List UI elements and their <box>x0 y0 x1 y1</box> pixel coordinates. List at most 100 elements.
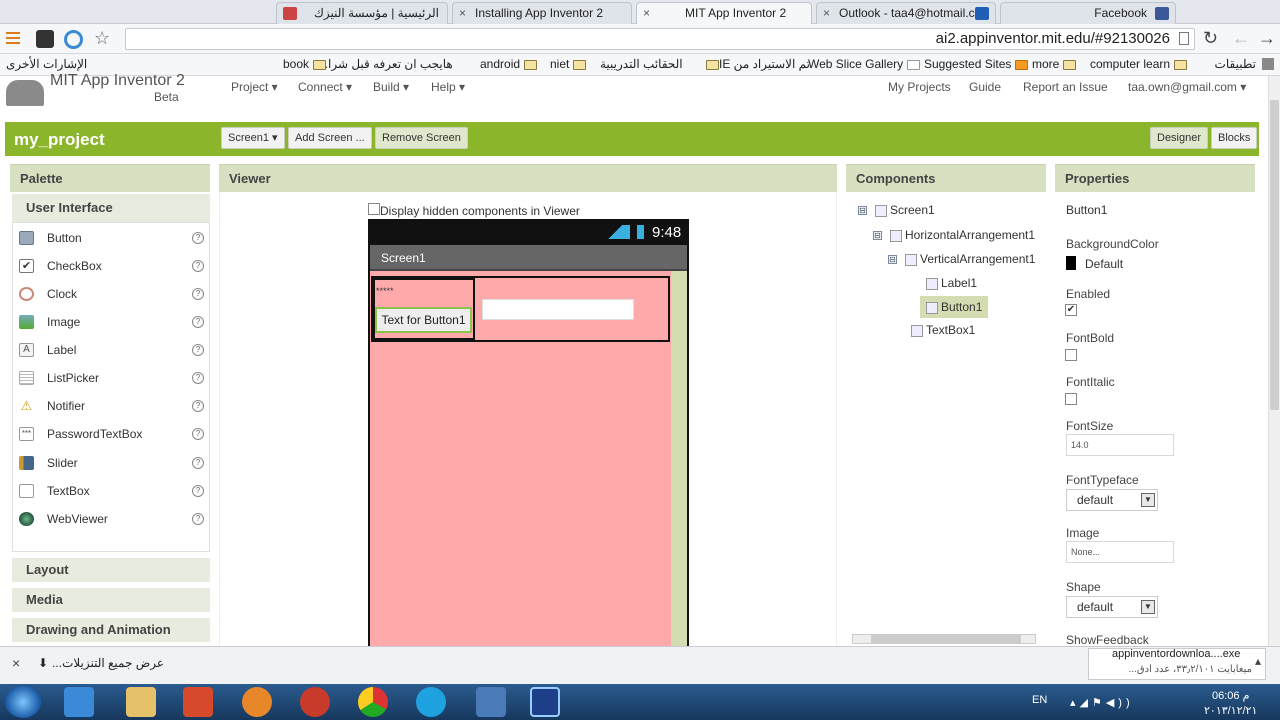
tree-screen1[interactable]: ⊟ Screen1 <box>858 203 935 217</box>
bookmark-imported[interactable]: تم الاستيراد من IE <box>702 57 810 71</box>
tab-app-inventor[interactable]: × MIT App Inventor 2 <box>636 2 812 24</box>
opera-icon[interactable] <box>300 687 330 717</box>
bookmark-suggested[interactable]: Suggested Sites <box>924 57 1029 71</box>
collapse-icon[interactable]: ⊟ <box>873 231 882 241</box>
help-icon[interactable]: ? <box>192 316 204 328</box>
close-icon[interactable]: × <box>823 3 830 23</box>
blocks-button[interactable]: Blocks <box>1211 127 1258 149</box>
palette-category-user-interface[interactable]: User Interface <box>12 194 210 222</box>
scrollbar-thumb[interactable] <box>871 635 1021 643</box>
clock-date[interactable]: ٢٠١٣/١٢/٢١ <box>1204 704 1257 717</box>
remove-screen-button[interactable]: Remove Screen <box>375 127 468 149</box>
fontsize-input[interactable]: 14.0 <box>1066 434 1174 456</box>
bookmark-webslice[interactable]: Web Slice Gallery <box>808 57 921 71</box>
menu-help[interactable]: Help ▾ <box>431 80 465 94</box>
download-menu-icon[interactable]: ▴ <box>1255 654 1261 668</box>
help-icon[interactable]: ? <box>192 457 204 469</box>
page-scrollbar[interactable] <box>1268 76 1280 646</box>
palette-item-webviewer[interactable]: WebViewer? <box>13 505 209 533</box>
palette-item-slider[interactable]: Slider? <box>13 449 209 477</box>
url-input[interactable]: ai2.appinventor.mit.edu/#92130026 <box>125 28 1195 50</box>
bookmark-book[interactable]: book <box>283 57 327 71</box>
link-my-projects[interactable]: My Projects <box>888 80 951 94</box>
tree-button1-selected[interactable]: Button1 <box>920 296 988 318</box>
screen-select[interactable]: Screen1 ▾ <box>221 127 285 149</box>
palette-item-passwordtextbox[interactable]: *** PasswordTextBox? <box>13 420 209 448</box>
help-icon[interactable]: ? <box>192 485 204 497</box>
display-hidden-checkbox[interactable] <box>368 203 380 215</box>
menu-connect[interactable]: Connect ▾ <box>298 80 352 94</box>
start-button-icon[interactable] <box>5 686 41 718</box>
help-icon[interactable]: ? <box>192 400 204 412</box>
bookmark-apps[interactable]: تطبيقات <box>1215 57 1274 71</box>
tree-horizontal-arrangement[interactable]: ⊟ HorizontalArrangement1 <box>873 228 1035 242</box>
bookmark-computer-learn[interactable]: computer learn <box>1090 57 1188 71</box>
tab-installing[interactable]: × Installing App Inventor 2 <box>452 2 632 24</box>
tab-outlook[interactable]: × Outlook - taa4@hotmail.c <box>816 2 996 24</box>
menu-build[interactable]: Build ▾ <box>373 80 409 94</box>
bookmark-bags[interactable]: الحقائب التدريبية <box>600 57 683 71</box>
collapse-icon[interactable]: ⊟ <box>888 255 897 265</box>
tray-icons[interactable]: ▴◢⚑◀)) <box>1070 696 1180 710</box>
palette-item-checkbox[interactable]: ✔ CheckBox? <box>13 252 209 280</box>
clock-time[interactable]: 06:06 م <box>1212 689 1249 702</box>
palette-item-label[interactable]: A Label? <box>13 336 209 364</box>
back-icon[interactable]: → <box>1258 28 1276 49</box>
link-guide[interactable]: Guide <box>969 80 1001 94</box>
help-icon[interactable]: ? <box>192 372 204 384</box>
fonttypeface-select[interactable]: default ▼ <box>1066 489 1158 511</box>
help-icon[interactable]: ? <box>192 232 204 244</box>
extension-icon[interactable] <box>36 30 54 48</box>
close-icon[interactable]: × <box>643 3 650 23</box>
components-hscrollbar[interactable] <box>852 634 1036 644</box>
button1-preview[interactable]: Text for Button1 <box>375 307 472 333</box>
shape-select[interactable]: default ▼ <box>1066 596 1158 618</box>
tree-label1[interactable]: Label1 <box>926 276 977 290</box>
bookmark-other[interactable]: الإشارات الأخرى <box>6 57 87 71</box>
tab-facebook[interactable]: Facebook <box>1000 2 1176 24</box>
palette-item-button[interactable]: Button? <box>13 224 209 252</box>
star-icon[interactable]: ☆ <box>94 28 110 49</box>
color-swatch[interactable] <box>1066 256 1076 270</box>
dropdown-arrow-icon[interactable]: ▼ <box>1141 493 1155 507</box>
ie-icon[interactable] <box>64 687 94 717</box>
help-icon[interactable]: ? <box>192 513 204 525</box>
close-icon[interactable]: × <box>459 3 466 23</box>
media-player-icon[interactable] <box>183 687 213 717</box>
collapse-icon[interactable]: ⊟ <box>858 206 867 216</box>
link-report-issue[interactable]: Report an Issue <box>1023 80 1108 94</box>
palette-item-clock[interactable]: Clock? <box>13 280 209 308</box>
bookmark-video[interactable]: هايجب ان تعرفه قبل شرا... <box>318 57 453 71</box>
account-menu[interactable]: taa.own@gmail.com ▾ <box>1128 80 1246 94</box>
palette-item-image[interactable]: Image? <box>13 308 209 336</box>
palette-section-drawing[interactable]: Drawing and Animation <box>12 618 210 642</box>
palette-item-notifier[interactable]: ⚠ Notifier? <box>13 392 209 420</box>
dropdown-arrow-icon[interactable]: ▼ <box>1141 600 1155 614</box>
bookmark-android[interactable]: android <box>480 57 538 71</box>
help-icon[interactable]: ? <box>192 428 204 440</box>
app-icon[interactable] <box>476 687 506 717</box>
palette-section-media[interactable]: Media <box>12 588 210 612</box>
language-indicator[interactable]: EN <box>1032 694 1047 706</box>
palette-item-listpicker[interactable]: ListPicker? <box>13 364 209 392</box>
backgroundcolor-value[interactable]: Default <box>1085 257 1123 271</box>
menu-project[interactable]: Project ▾ <box>231 80 278 94</box>
help-icon[interactable]: ? <box>192 344 204 356</box>
tree-textbox1[interactable]: TextBox1 <box>911 323 975 337</box>
bookmark-more[interactable]: more <box>1032 57 1077 71</box>
show-all-downloads-link[interactable]: عرض جميع التنزيلات...⬇ <box>38 656 164 670</box>
palette-item-textbox[interactable]: TextBox? <box>13 477 209 505</box>
android-logo-icon[interactable] <box>6 80 44 106</box>
textbox1-preview[interactable] <box>482 299 634 320</box>
image-picker[interactable]: None... <box>1066 541 1174 563</box>
help-icon[interactable]: ? <box>192 288 204 300</box>
help-icon[interactable]: ? <box>192 260 204 272</box>
tab-nayzak[interactable]: الرئيسية | مؤسسة النيزك <box>276 2 448 24</box>
enabled-checkbox[interactable]: ✔ <box>1065 304 1077 316</box>
forward-icon[interactable]: ← <box>1232 28 1250 49</box>
bookmark-niet[interactable]: niet <box>550 57 587 71</box>
app-brand[interactable]: MIT App Inventor 2 <box>50 72 185 90</box>
label1-preview[interactable]: ***** <box>376 286 394 296</box>
fontbold-checkbox[interactable] <box>1065 349 1077 361</box>
palette-section-layout[interactable]: Layout <box>12 558 210 582</box>
